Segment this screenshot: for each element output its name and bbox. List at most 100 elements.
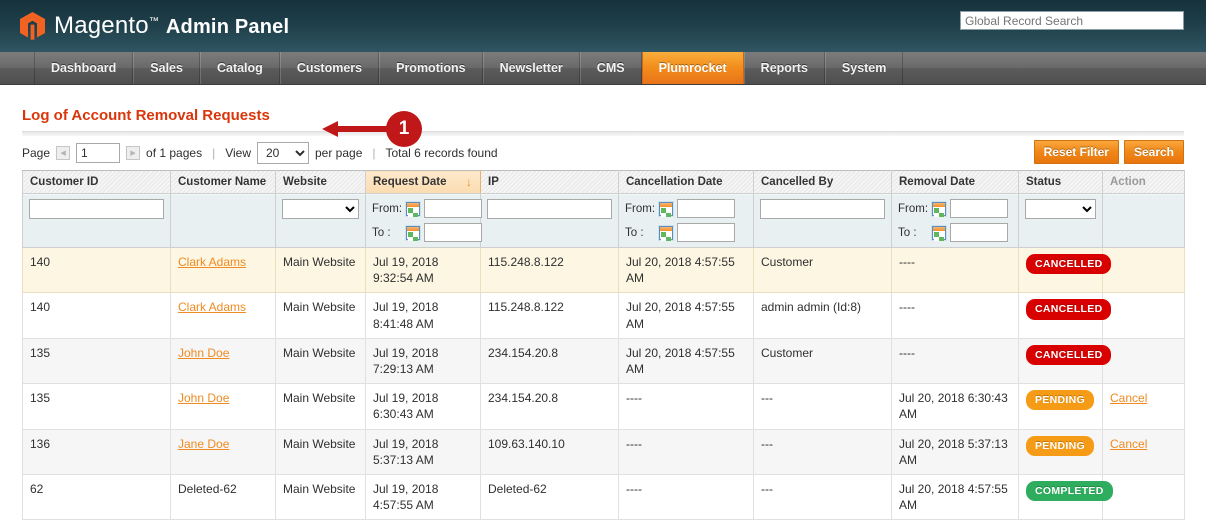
chevron-left-icon[interactable]: ◀: [56, 146, 71, 160]
nav-item-reports[interactable]: Reports: [743, 52, 825, 84]
table-row[interactable]: 140 Clark Adams Main Website Jul 19, 201…: [22, 246, 1185, 294]
nav-item-cms[interactable]: CMS: [579, 52, 642, 84]
filter-cancellation-date-to-input[interactable]: [677, 223, 735, 242]
cancel-request-link[interactable]: Cancel: [1110, 391, 1147, 405]
filter-website-select[interactable]: [282, 199, 359, 219]
cell-cancellation-date: Jul 20, 2018 4:57:55 AM: [618, 246, 754, 294]
filter-cell-cancelled-by: [753, 193, 892, 248]
total-records-label: Total 6 records found: [385, 146, 498, 160]
filter-request-date-from-input[interactable]: [424, 199, 482, 218]
calendar-icon[interactable]: [406, 225, 420, 240]
filter-removal-date-to-input[interactable]: [950, 223, 1008, 242]
per-page-select[interactable]: 20: [257, 142, 309, 164]
column-header-cancellation-date[interactable]: Cancellation Date: [618, 170, 754, 194]
filter-status-select[interactable]: [1025, 199, 1096, 219]
filter-ip-input[interactable]: [487, 199, 612, 219]
table-row[interactable]: 136 Jane Doe Main Website Jul 19, 2018 5…: [22, 428, 1185, 475]
filter-removal-date-from-input[interactable]: [950, 199, 1009, 218]
column-header-ip[interactable]: IP: [480, 170, 619, 194]
nav-item-plumrocket[interactable]: Plumrocket: [641, 52, 744, 84]
column-header-status[interactable]: Status: [1018, 170, 1103, 194]
global-search-input[interactable]: [960, 11, 1184, 30]
status-badge: PENDING: [1026, 390, 1094, 411]
cell-request-date: Jul 19, 2018 4:57:55 AM: [365, 473, 481, 520]
table-row[interactable]: 140 Clark Adams Main Website Jul 19, 201…: [22, 292, 1185, 339]
cell-cancelled-by: Customer: [753, 337, 892, 385]
grid-toolbar: Page ◀ ▶ of 1 pages | View 20 per page |…: [22, 136, 1184, 170]
cell-status: CANCELLED: [1018, 246, 1112, 294]
cell-status: COMPLETED: [1018, 473, 1113, 520]
cell-removal-date: Jul 20, 2018 4:57:55 AM: [891, 473, 1019, 520]
nav-item-newsletter[interactable]: Newsletter: [482, 52, 580, 84]
calendar-icon[interactable]: [932, 225, 946, 240]
column-header-cancelled-by[interactable]: Cancelled By: [753, 170, 892, 194]
customer-name-link[interactable]: Clark Adams: [178, 300, 246, 314]
content-area: Log of Account Removal Requests 1 Page ◀…: [0, 85, 1206, 520]
page-label: Page: [22, 146, 51, 160]
table-row[interactable]: 135 John Doe Main Website Jul 19, 2018 6…: [22, 383, 1185, 430]
per-page-label: per page: [315, 146, 363, 160]
cell-ip: 234.154.20.8: [480, 383, 619, 430]
calendar-icon[interactable]: [932, 201, 947, 216]
cell-removal-date: ----: [891, 337, 1019, 385]
nav-item-sales[interactable]: Sales: [133, 52, 200, 84]
column-header-customer-id[interactable]: Customer ID: [22, 170, 171, 194]
calendar-icon[interactable]: [406, 201, 420, 216]
cell-cancelled-by: admin admin (Id:8): [753, 292, 892, 339]
cell-cancelled-by: ---: [753, 383, 892, 430]
calendar-icon[interactable]: [659, 201, 674, 216]
cell-status: CANCELLED: [1018, 292, 1112, 339]
column-header-action: Action: [1102, 170, 1185, 194]
calendar-icon[interactable]: [659, 225, 673, 240]
column-header-request-date-label: Request Date: [373, 176, 447, 188]
filter-request-date-to-input[interactable]: [424, 223, 482, 242]
reset-filter-button[interactable]: Reset Filter: [1033, 140, 1119, 164]
column-header-request-date[interactable]: Request Date ↓: [365, 170, 481, 194]
column-header-website[interactable]: Website: [275, 170, 366, 194]
nav-item-promotions[interactable]: Promotions: [379, 52, 483, 84]
cell-website: Main Website: [275, 428, 366, 475]
filter-request-date-from-label: From:: [372, 202, 403, 215]
brand-logo[interactable]: Magento™ Admin Panel: [0, 12, 289, 40]
filter-cancellation-date-from-input[interactable]: [677, 199, 736, 218]
filter-cell-customer-id: [22, 193, 171, 248]
customer-name-link[interactable]: John Doe: [178, 391, 229, 405]
cell-website: Main Website: [275, 473, 366, 520]
cell-ip: 115.248.8.122: [480, 292, 619, 339]
cell-customer-name: Clark Adams: [170, 292, 276, 339]
table-row[interactable]: 135 John Doe Main Website Jul 19, 2018 7…: [22, 337, 1185, 385]
cell-cancellation-date: Jul 20, 2018 4:57:55 AM: [618, 337, 754, 385]
cell-customer-id: 135: [22, 337, 171, 385]
nav-item-catalog[interactable]: Catalog: [199, 52, 280, 84]
filter-removal-date-from-label: From:: [898, 202, 929, 215]
view-label: View: [225, 146, 251, 160]
cell-action: [1102, 337, 1185, 385]
filter-customer-id-input[interactable]: [29, 199, 164, 219]
filter-cell-action: [1102, 193, 1185, 248]
cell-customer-name: Jane Doe: [170, 428, 276, 475]
nav-item-customers[interactable]: Customers: [279, 52, 380, 84]
customer-name-link[interactable]: Jane Doe: [178, 437, 229, 451]
column-header-removal-date[interactable]: Removal Date: [891, 170, 1019, 194]
filter-cancelled-by-input[interactable]: [760, 199, 885, 219]
nav-item-system[interactable]: System: [824, 52, 904, 84]
customer-name-link[interactable]: John Doe: [178, 346, 229, 360]
brand-trademark: ™: [148, 16, 160, 27]
brand-suffix: Admin Panel: [165, 16, 290, 38]
filter-request-date-to-label: To :: [372, 226, 391, 239]
cell-customer-id: 135: [22, 383, 171, 430]
nav-item-dashboard[interactable]: Dashboard: [34, 52, 134, 84]
page-number-input[interactable]: [76, 143, 121, 163]
column-header-customer-name[interactable]: Customer Name: [170, 170, 276, 194]
search-button[interactable]: Search: [1123, 140, 1184, 164]
chevron-right-icon[interactable]: ▶: [126, 146, 141, 160]
cell-action: [1102, 473, 1185, 520]
cancel-request-link[interactable]: Cancel: [1110, 437, 1147, 451]
toolbar-separator-2: |: [372, 146, 376, 160]
cell-website: Main Website: [275, 337, 366, 385]
table-row[interactable]: 62 Deleted-62 Main Website Jul 19, 2018 …: [22, 473, 1185, 520]
filter-cell-ip: [480, 193, 619, 248]
cell-ip: Deleted-62: [480, 473, 619, 520]
cell-ip: 115.248.8.122: [480, 246, 619, 294]
customer-name-link[interactable]: Clark Adams: [178, 255, 246, 269]
